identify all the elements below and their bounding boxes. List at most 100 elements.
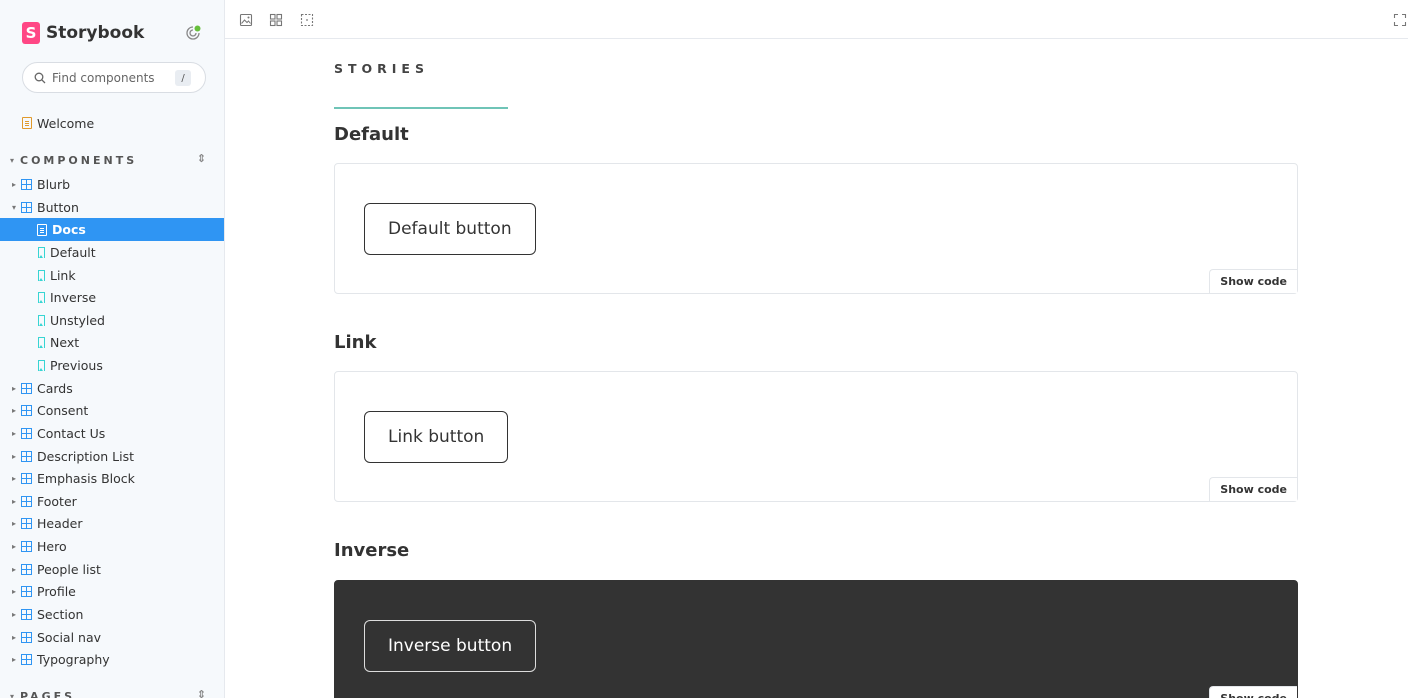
sidebar-item-description-list[interactable]: ▸ Description List	[0, 445, 224, 467]
sidebar-item-label: Contact Us	[37, 425, 106, 441]
sidebar-item-label: Previous	[50, 357, 103, 373]
addons-settings-icon[interactable]	[184, 24, 202, 42]
sidebar-item-label: Typography	[37, 651, 110, 667]
sidebar-item-typography[interactable]: ▸ Typography	[0, 648, 224, 670]
toolbar	[225, 0, 1408, 39]
sidebar-item-header[interactable]: ▸ Header	[0, 512, 224, 534]
component-icon	[21, 563, 32, 575]
sidebar-item-button[interactable]: ▾ Button	[0, 196, 224, 218]
sidebar-item-label: People list	[37, 561, 101, 577]
grid-icon[interactable]	[269, 12, 283, 27]
default-demo-button[interactable]: Default button	[364, 203, 536, 255]
story-title-link: Link	[334, 332, 377, 353]
sidebar-item-footer[interactable]: ▸ Footer	[0, 490, 224, 512]
sidebar-item-label: Footer	[37, 493, 77, 509]
component-icon	[21, 517, 32, 529]
sidebar-item-label: Inverse	[50, 289, 97, 305]
chevron-right-icon: ▸	[11, 586, 16, 596]
sidebar-item-label: Cards	[37, 380, 73, 396]
bookmark-icon	[38, 291, 45, 303]
story-title-inverse: Inverse	[334, 540, 410, 561]
component-icon	[21, 540, 32, 552]
sidebar-item-label: Header	[37, 515, 83, 531]
document-icon	[37, 223, 47, 236]
sidebar-item-blurb[interactable]: ▸ Blurb	[0, 173, 224, 195]
sidebar-item-label: Unstyled	[50, 312, 105, 328]
sidebar-item-label: Hero	[37, 538, 67, 554]
link-demo-button[interactable]: Link button	[364, 411, 509, 463]
expand-collapse-icon[interactable]: ⇕	[197, 688, 206, 698]
search-shortcut: /	[175, 70, 191, 86]
sidebar-item-button-link[interactable]: Link	[0, 264, 224, 286]
component-icon	[21, 585, 32, 597]
sidebar-item-button-unstyled[interactable]: Unstyled	[0, 309, 224, 331]
component-icon	[21, 427, 32, 439]
section-pages[interactable]: ▾ PAGES ⇕	[10, 688, 210, 698]
sidebar-item-label: Docs	[52, 222, 86, 237]
sidebar-item-people-list[interactable]: ▸ People list	[0, 558, 224, 580]
storybook-logo-icon: S	[22, 22, 40, 44]
sidebar-item-label: Default	[50, 244, 96, 260]
sidebar-item-welcome[interactable]: Welcome	[0, 112, 224, 134]
sidebar-item-button-default[interactable]: Default	[0, 241, 224, 263]
inverse-demo-button[interactable]: Inverse button	[364, 620, 537, 672]
document-icon	[22, 117, 32, 129]
sidebar-item-label: Button	[37, 199, 79, 215]
show-code-button[interactable]: Show code	[1209, 686, 1297, 698]
story-preview-link: Link button Show code	[334, 371, 1298, 502]
sidebar-item-button-docs[interactable]: Docs	[0, 218, 224, 241]
component-icon	[21, 382, 32, 394]
bookmark-icon	[38, 359, 45, 371]
show-code-button[interactable]: Show code	[1209, 269, 1297, 293]
sidebar-item-label: Link	[50, 267, 76, 283]
sidebar-item-button-inverse[interactable]: Inverse	[0, 286, 224, 308]
sidebar-item-label: Emphasis Block	[37, 470, 135, 486]
sidebar-item-label: Blurb	[37, 176, 71, 192]
docs-canvas: STORIES Default Default button Show code…	[226, 40, 1408, 698]
chevron-right-icon: ▸	[11, 383, 16, 393]
chevron-right-icon: ▸	[11, 632, 16, 642]
sidebar-item-section[interactable]: ▸ Section	[0, 603, 224, 625]
sidebar-item-social-nav[interactable]: ▸ Social nav	[0, 626, 224, 648]
sidebar-item-label: Section	[37, 606, 84, 622]
chevron-right-icon: ▸	[11, 609, 16, 619]
component-icon	[21, 472, 32, 484]
expand-collapse-icon[interactable]: ⇕	[197, 152, 206, 165]
bookmark-icon	[38, 336, 45, 348]
sidebar-item-hero[interactable]: ▸ Hero	[0, 535, 224, 557]
sidebar-item-contact-us[interactable]: ▸ Contact Us	[0, 422, 224, 444]
sidebar-item-emphasis-block[interactable]: ▸ Emphasis Block	[0, 467, 224, 489]
component-icon	[21, 450, 32, 462]
search-input[interactable]	[52, 70, 170, 85]
brand-name: Storybook	[46, 23, 145, 43]
story-title-default: Default	[334, 124, 409, 145]
sidebar-item-label: Social nav	[37, 629, 102, 645]
story-preview-default: Default button Show code	[334, 163, 1298, 294]
bookmark-icon	[38, 269, 45, 281]
sidebar: S Storybook / Welcome ▾ COMPONENTS ⇕ ▸ B…	[0, 0, 225, 698]
sidebar-item-cards[interactable]: ▸ Cards	[0, 377, 224, 399]
sidebar-item-button-next[interactable]: Next	[0, 331, 224, 353]
brand[interactable]: S Storybook	[22, 20, 144, 46]
stories-divider	[334, 107, 508, 109]
sidebar-item-button-previous[interactable]: Previous	[0, 354, 224, 376]
fullscreen-icon[interactable]	[1393, 12, 1407, 27]
show-code-button[interactable]: Show code	[1209, 477, 1297, 501]
search-icon	[34, 72, 46, 83]
sidebar-item-profile[interactable]: ▸ Profile	[0, 580, 224, 602]
component-icon	[21, 653, 32, 665]
outline-icon[interactable]	[300, 12, 314, 27]
image-icon[interactable]	[239, 12, 253, 27]
sidebar-item-label: Next	[50, 334, 80, 350]
bookmark-icon	[38, 314, 45, 326]
chevron-right-icon: ▸	[11, 518, 16, 528]
chevron-right-icon: ▸	[11, 541, 16, 551]
chevron-right-icon: ▸	[11, 428, 16, 438]
section-components[interactable]: ▾ COMPONENTS ⇕	[10, 152, 210, 168]
chevron-right-icon: ▸	[11, 405, 16, 415]
sidebar-item-label: Profile	[37, 583, 76, 599]
search-field[interactable]: /	[22, 62, 206, 93]
sidebar-item-consent[interactable]: ▸ Consent	[0, 399, 224, 421]
stories-heading: STORIES	[334, 61, 429, 76]
section-title: COMPONENTS	[20, 153, 138, 167]
